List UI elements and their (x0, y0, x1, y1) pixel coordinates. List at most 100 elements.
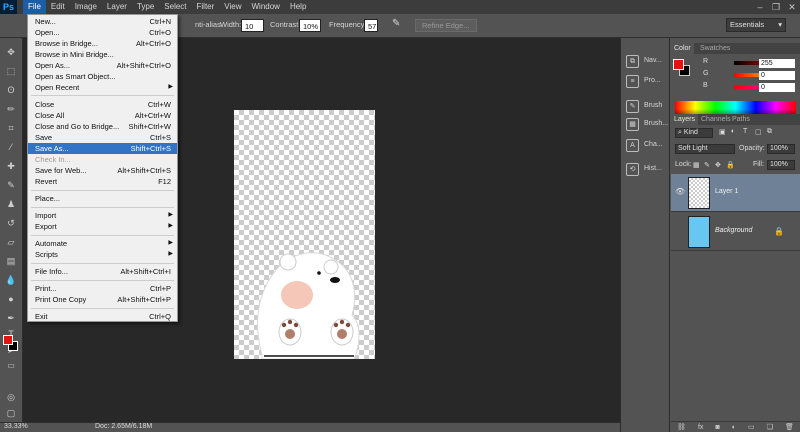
refine-edge-button[interactable]: Refine Edge... (415, 19, 477, 32)
stamp-tool-icon[interactable]: ♟ (4, 198, 18, 210)
menu-select[interactable]: Select (159, 0, 191, 14)
crop-tool-icon[interactable]: ⌗ (4, 122, 18, 134)
menu-file[interactable]: File (23, 0, 46, 14)
menu-item-browse-mini-bridge[interactable]: Browse in Mini Bridge... (28, 49, 177, 60)
new-group-icon[interactable]: ▭ (748, 423, 755, 431)
history-panel-button[interactable]: ⟲ Hist... (624, 161, 668, 179)
menu-image[interactable]: Image (70, 0, 102, 14)
menu-item-browse-bridge[interactable]: Browse in Bridge... Alt+Ctrl+O (28, 38, 177, 49)
menu-layer[interactable]: Layer (102, 0, 132, 14)
menu-item-import[interactable]: Import ▶ (28, 210, 177, 221)
brush-panel-button[interactable]: ✎ Brush (624, 98, 668, 116)
menu-item-exit[interactable]: Exit Ctrl+Q (28, 311, 177, 322)
menu-item-revert[interactable]: Revert F12 (28, 176, 177, 187)
menu-item-file-info[interactable]: File Info... Alt+Shift+Ctrl+I (28, 266, 177, 277)
lock-all-icon[interactable]: 🔒 (726, 161, 735, 169)
layer-name[interactable]: Background (715, 227, 752, 234)
lock-position-icon[interactable]: ✥ (715, 161, 721, 169)
screen-mode-icon[interactable]: ▢ (4, 407, 18, 419)
menu-item-print-one-copy[interactable]: Print One Copy Alt+Shift+Ctrl+P (28, 294, 177, 305)
pen-tool-icon[interactable]: ✒ (4, 312, 18, 324)
menu-item-place[interactable]: Place... (28, 193, 177, 204)
document-size-info[interactable]: Doc: 2.65M/6.18M (95, 423, 152, 430)
adjustment-layer-icon[interactable]: ◐ (732, 424, 736, 431)
fill-field[interactable]: 100% (767, 160, 795, 170)
healing-tool-icon[interactable]: ✚ (4, 160, 18, 172)
history-brush-tool-icon[interactable]: ↺ (4, 217, 18, 229)
menu-edit[interactable]: Edit (46, 0, 70, 14)
menu-item-automate[interactable]: Automate ▶ (28, 238, 177, 249)
tab-color[interactable]: Color (671, 43, 694, 54)
move-tool-icon[interactable]: ✥ (4, 46, 18, 58)
new-layer-icon[interactable]: ❏ (767, 423, 773, 431)
menu-item-new[interactable]: New... Ctrl+N (28, 16, 177, 27)
shape-tool-icon[interactable]: ▭ (4, 360, 18, 372)
filter-smart-icon[interactable]: ⧉ (767, 128, 772, 136)
lock-transparent-icon[interactable]: ▦ (693, 161, 700, 169)
menu-item-open-smart-object[interactable]: Open as Smart Object... (28, 71, 177, 82)
lock-pixels-icon[interactable]: ✎ (704, 161, 710, 169)
opacity-field[interactable]: 100% (767, 144, 795, 154)
menu-item-close[interactable]: Close Ctrl+W (28, 99, 177, 110)
layer-style-icon[interactable]: fx (698, 424, 703, 431)
menu-item-save[interactable]: Save Ctrl+S (28, 132, 177, 143)
frequency-field[interactable]: 57 (364, 19, 378, 32)
filter-type-icon[interactable]: T (743, 128, 747, 135)
restore-icon[interactable]: ❐ (768, 0, 784, 14)
marquee-tool-icon[interactable]: ⬚ (4, 65, 18, 77)
quick-mask-icon[interactable]: ◎ (4, 391, 18, 403)
contrast-field[interactable]: 10% (299, 19, 321, 32)
foreground-color-swatch[interactable] (3, 335, 13, 345)
properties-panel-button[interactable]: ≡ Pro... (624, 73, 668, 91)
menu-item-open-recent[interactable]: Open Recent ▶ (28, 82, 177, 93)
blend-mode-select[interactable]: Soft Light (675, 144, 735, 154)
menu-type[interactable]: Type (132, 0, 159, 14)
navigator-panel-button[interactable]: ⧉ Nav... (624, 53, 668, 71)
layer-row[interactable]: 👁 Layer 1 (671, 174, 800, 212)
layer-row[interactable]: Background 🔒 (671, 213, 800, 251)
filter-shape-icon[interactable]: ▢ (755, 128, 762, 136)
layer-filter-kind[interactable]: ⌕ Kind (675, 128, 713, 138)
visibility-eye-icon[interactable]: 👁 (675, 187, 685, 196)
menu-item-scripts[interactable]: Scripts ▶ (28, 249, 177, 260)
menu-view[interactable]: View (219, 0, 246, 14)
menu-item-export[interactable]: Export ▶ (28, 221, 177, 232)
visibility-toggle[interactable] (675, 226, 683, 234)
close-icon[interactable]: ✕ (784, 0, 800, 14)
add-mask-icon[interactable]: ◙ (715, 424, 719, 431)
red-value[interactable]: 255 (759, 59, 795, 68)
menu-item-close-all[interactable]: Close All Alt+Ctrl+W (28, 110, 177, 121)
menu-window[interactable]: Window (247, 0, 285, 14)
character-panel-button[interactable]: A Cha... (624, 137, 668, 155)
gradient-tool-icon[interactable]: ▤ (4, 255, 18, 267)
blur-tool-icon[interactable]: 💧 (4, 274, 18, 286)
menu-item-open-as[interactable]: Open As... Alt+Shift+Ctrl+O (28, 60, 177, 71)
menu-item-save-as[interactable]: Save As... Shift+Ctrl+S (28, 143, 177, 154)
tab-layers[interactable]: Layers (671, 114, 699, 125)
link-layers-icon[interactable]: ⛓ (677, 423, 686, 431)
document-canvas[interactable] (234, 110, 375, 359)
menu-item-save-for-web[interactable]: Save for Web... Alt+Shift+Ctrl+S (28, 165, 177, 176)
dodge-tool-icon[interactable]: ● (4, 293, 18, 305)
tab-swatches[interactable]: Swatches (697, 43, 733, 54)
blue-value[interactable]: 0 (759, 83, 795, 92)
lasso-tool-icon[interactable]: ʘ (4, 84, 18, 96)
menu-item-print[interactable]: Print... Ctrl+P (28, 283, 177, 294)
menu-filter[interactable]: Filter (192, 0, 220, 14)
brush-presets-panel-button[interactable]: ▦ Brush... (624, 116, 668, 134)
minimize-icon[interactable]: – (752, 0, 768, 14)
workspace-select[interactable]: Essentials ▾ (726, 18, 786, 32)
filter-pixel-icon[interactable]: ▣ (719, 128, 726, 136)
menu-item-open[interactable]: Open... Ctrl+O (28, 27, 177, 38)
eyedropper-tool-icon[interactable]: ⁄ (4, 141, 18, 153)
eraser-tool-icon[interactable]: ▱ (4, 236, 18, 248)
menu-item-close-go-bridge[interactable]: Close and Go to Bridge... Shift+Ctrl+W (28, 121, 177, 132)
pen-pressure-icon[interactable]: ✎ (392, 18, 400, 29)
brush-tool-icon[interactable]: ✎ (4, 179, 18, 191)
anti-alias-label[interactable]: nti-alias (195, 20, 221, 29)
filter-adjust-icon[interactable]: ◐ (731, 128, 735, 135)
layer-name[interactable]: Layer 1 (715, 188, 738, 195)
quick-select-tool-icon[interactable]: ✏ (4, 103, 18, 115)
delete-layer-icon[interactable]: 🗑 (785, 423, 794, 431)
width-field[interactable]: 10 px (241, 19, 264, 44)
